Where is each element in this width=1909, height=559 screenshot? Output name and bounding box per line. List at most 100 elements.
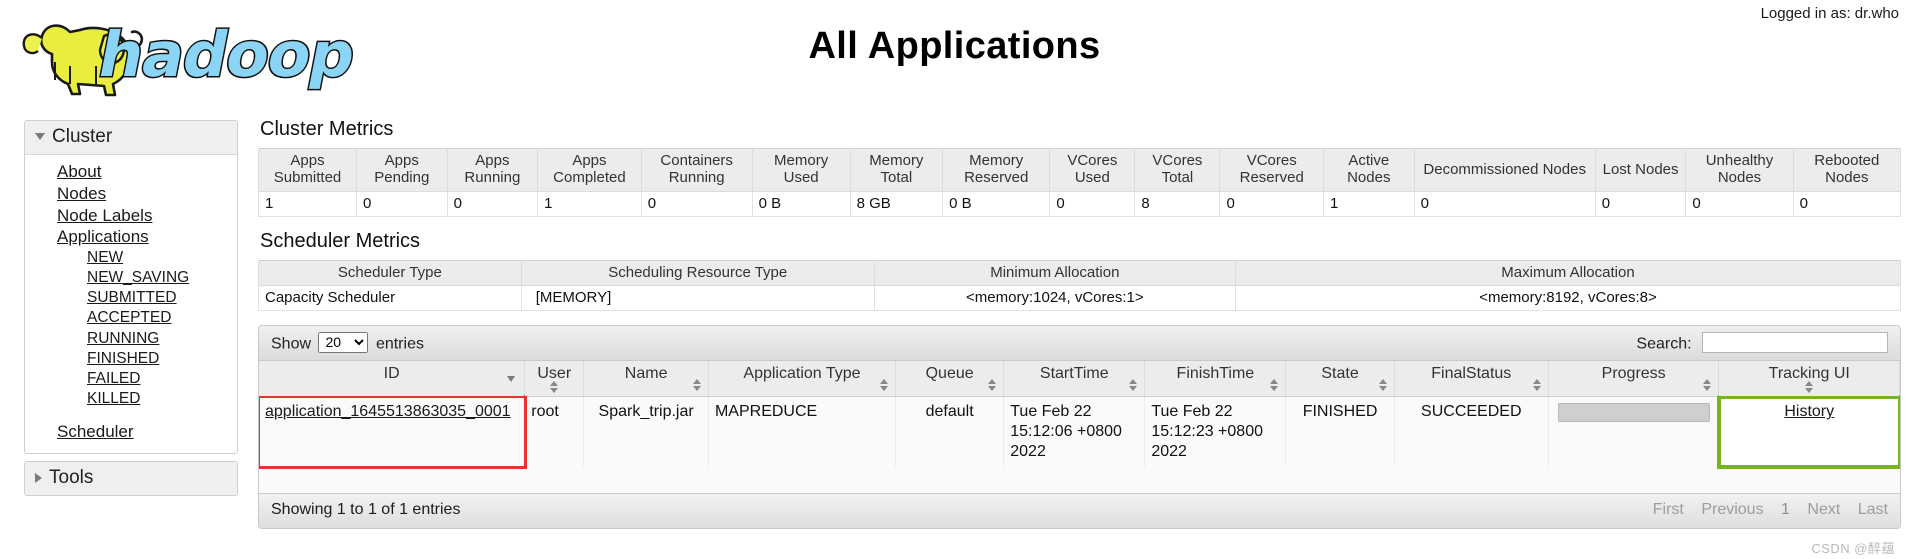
td-lost-nodes: 0	[1594, 190, 1687, 217]
sidebar-cluster-body: About Nodes Node Labels Applications NEW…	[25, 155, 237, 453]
applications-datatable: Show 2050100 entries Search: ID	[258, 324, 1901, 530]
td-memory-total: 8 GB	[849, 190, 944, 217]
sidebar-cluster-header[interactable]: Cluster	[25, 121, 237, 155]
sidebar-item-finished[interactable]: FINISHED	[25, 349, 237, 369]
cell-final-status: SUCCEEDED	[1394, 396, 1549, 468]
cluster-metrics-value-row: 1 0 0 1 0 0 B 8 GB 0 B 0 8 0 1 0 0 0 0	[258, 190, 1902, 217]
page-header: hadoop All Applications Logged in as: dr…	[0, 0, 1909, 108]
th-queue[interactable]: Queue	[895, 360, 1005, 398]
sidebar-tools-header[interactable]: Tools	[25, 461, 237, 495]
th-active-nodes: Active Nodes	[1322, 148, 1415, 192]
th-unhealthy-nodes: Unhealthy Nodes	[1685, 148, 1794, 192]
td-scheduler-type: Capacity Scheduler	[258, 284, 522, 311]
td-memory-reserved: 0 B	[942, 190, 1051, 217]
th-vcores-used: VCores Used	[1049, 148, 1136, 192]
cell-state: FINISHED	[1285, 396, 1395, 468]
th-application-type[interactable]: Application Type	[708, 360, 896, 398]
th-final-status-label: FinalStatus	[1431, 364, 1512, 382]
th-state-label: State	[1321, 364, 1359, 382]
th-scheduler-type: Scheduler Type	[258, 260, 522, 286]
sort-both-icon	[1532, 379, 1541, 392]
th-progress[interactable]: Progress	[1548, 360, 1720, 398]
sidebar: Cluster About Nodes Node Labels Applicat…	[24, 120, 238, 503]
th-final-status[interactable]: FinalStatus	[1394, 360, 1549, 398]
th-state[interactable]: State	[1285, 360, 1395, 398]
th-decommissioned-nodes: Decommissioned Nodes	[1413, 148, 1596, 192]
th-finish-time[interactable]: FinishTime	[1144, 360, 1287, 398]
sort-both-icon	[1270, 379, 1279, 392]
td-scheduling-resource-type: [MEMORY]	[520, 284, 875, 311]
entries-label: entries	[375, 335, 424, 353]
pagination-next[interactable]: Next	[1807, 501, 1840, 518]
td-minimum-allocation: <memory:1024, vCores:1>	[873, 284, 1236, 311]
pagination-previous[interactable]: Previous	[1701, 501, 1763, 518]
search-input[interactable]	[1702, 331, 1888, 353]
th-apps-submitted: Apps Submitted	[258, 148, 357, 192]
th-memory-total: Memory Total	[849, 148, 944, 192]
th-scheduling-resource-type: Scheduling Resource Type	[520, 260, 875, 286]
scheduler-metrics-header-row: Scheduler Type Scheduling Resource Type …	[258, 260, 1902, 286]
th-tracking-ui[interactable]: Tracking UI	[1718, 360, 1900, 398]
th-start-time-label: StartTime	[1039, 364, 1109, 382]
sort-both-icon	[1378, 379, 1387, 392]
th-apps-pending: Apps Pending	[355, 148, 448, 192]
chevron-down-icon	[35, 133, 45, 141]
cluster-metrics-table: Apps Submitted Apps Pending Apps Running…	[258, 148, 1902, 217]
page-title: All Applications	[808, 25, 1101, 67]
pagination-last[interactable]: Last	[1858, 501, 1888, 518]
sidebar-item-node-labels[interactable]: Node Labels	[25, 205, 237, 227]
sort-both-icon	[1805, 381, 1814, 394]
sidebar-item-scheduler[interactable]: Scheduler	[25, 421, 237, 443]
sort-both-icon	[1703, 379, 1712, 392]
sidebar-item-accepted[interactable]: ACCEPTED	[25, 308, 237, 328]
sidebar-item-applications[interactable]: Applications	[25, 226, 237, 248]
td-vcores-total: 8	[1134, 190, 1221, 217]
chevron-right-icon	[35, 472, 42, 483]
td-decommissioned-nodes: 0	[1413, 190, 1596, 217]
td-memory-used: 0 B	[751, 190, 851, 217]
th-start-time[interactable]: StartTime	[1003, 360, 1146, 398]
sidebar-item-nodes[interactable]: Nodes	[25, 183, 237, 205]
pagination-page-1[interactable]: 1	[1781, 501, 1790, 518]
sidebar-item-new-saving[interactable]: NEW_SAVING	[25, 268, 237, 288]
sidebar-item-failed[interactable]: FAILED	[25, 369, 237, 389]
sidebar-item-new[interactable]: NEW	[25, 248, 237, 268]
sort-both-icon	[988, 379, 997, 392]
th-id[interactable]: ID	[259, 360, 526, 398]
sidebar-item-about[interactable]: About	[25, 161, 237, 183]
td-apps-completed: 1	[537, 190, 642, 217]
th-minimum-allocation: Minimum Allocation	[873, 260, 1236, 286]
tracking-ui-history-link[interactable]: History	[1784, 403, 1834, 420]
pagination: First Previous 1 Next Last	[1640, 501, 1888, 519]
th-apps-running: Apps Running	[446, 148, 539, 192]
show-label: Show	[271, 335, 312, 353]
main-content: Cluster Metrics Apps Submitted Apps Pend…	[258, 118, 1902, 530]
table-row: application_1645513863035_0001 root Spar…	[259, 394, 1900, 470]
page-length-select[interactable]: 2050100	[318, 331, 369, 353]
sidebar-item-submitted[interactable]: SUBMITTED	[25, 288, 237, 308]
cell-start-time: Tue Feb 22 15:12:06 +0800 2022	[1003, 396, 1146, 468]
pagination-first[interactable]: First	[1653, 501, 1684, 518]
cluster-metrics-header-row: Apps Submitted Apps Pending Apps Running…	[258, 148, 1902, 192]
cell-name: Spark_trip.jar	[583, 396, 709, 468]
sidebar-item-running[interactable]: RUNNING	[25, 329, 237, 349]
th-vcores-total: VCores Total	[1134, 148, 1221, 192]
th-name-label: Name	[624, 364, 668, 382]
th-maximum-allocation: Maximum Allocation	[1234, 260, 1902, 286]
td-containers-running: 0	[640, 190, 753, 217]
sidebar-cluster-panel: Cluster About Nodes Node Labels Applicat…	[24, 120, 238, 454]
th-user[interactable]: User	[524, 360, 585, 398]
cell-tracking-ui: History	[1716, 394, 1900, 470]
cell-progress	[1548, 396, 1720, 468]
cell-queue: default	[895, 396, 1005, 468]
table-row-filler	[259, 467, 1900, 494]
th-name[interactable]: Name	[583, 360, 709, 398]
th-id-label: ID	[383, 364, 400, 382]
sort-both-icon	[879, 379, 888, 392]
application-id-link[interactable]: application_1645513863035_0001	[265, 403, 511, 420]
scheduler-metrics-value-row: Capacity Scheduler [MEMORY] <memory:1024…	[258, 284, 1902, 311]
progress-bar	[1557, 402, 1710, 422]
sidebar-item-killed[interactable]: KILLED	[25, 389, 237, 409]
th-memory-used: Memory Used	[751, 148, 851, 192]
th-progress-label: Progress	[1601, 364, 1666, 382]
